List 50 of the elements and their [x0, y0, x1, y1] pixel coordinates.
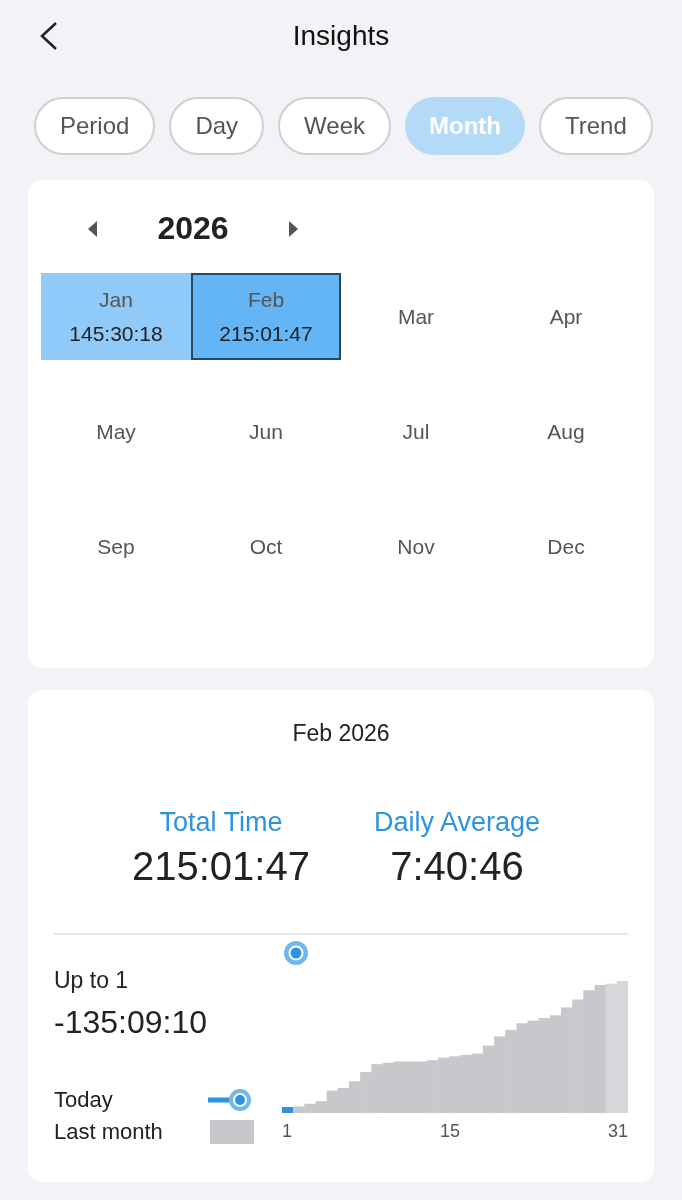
- month-label: Nov: [397, 534, 435, 559]
- legend-label: Last month: [54, 1119, 163, 1145]
- month-label: Mar: [397, 304, 435, 329]
- month-cell[interactable]: Mar: [341, 273, 491, 360]
- month-cell[interactable]: Sep: [41, 503, 191, 590]
- month-cell[interactable]: Oct: [191, 503, 341, 590]
- month-cell[interactable]: Apr: [491, 273, 641, 360]
- month-label: Aug: [547, 419, 585, 444]
- cursor-marker-icon[interactable]: [284, 941, 308, 965]
- stat-value: 7:40:46: [390, 844, 524, 889]
- stat-label: Daily Average: [373, 807, 541, 838]
- month-cell[interactable]: Jan 145:30:18: [41, 273, 191, 360]
- month-total: 145:30:18: [69, 321, 163, 346]
- month-label: Sep: [97, 534, 135, 559]
- stat-value: 215:01:47: [131, 844, 310, 889]
- month-label: Oct: [249, 534, 283, 559]
- month-total: 215:01:47: [219, 321, 313, 346]
- summary-title: Feb 2026: [291, 720, 391, 747]
- month-label: Dec: [547, 534, 585, 559]
- month-label: Jun: [249, 419, 283, 444]
- month-cell[interactable]: Jul: [341, 388, 491, 475]
- month-cell[interactable]: May: [41, 388, 191, 475]
- month-label: Jan: [99, 287, 133, 312]
- month-cell[interactable]: Feb 215:01:47: [191, 273, 341, 360]
- last-month-swatch-icon: [210, 1120, 254, 1144]
- month-label: Feb: [247, 287, 285, 312]
- month-label: Apr: [549, 304, 583, 329]
- stat-label: Total Time: [159, 807, 283, 838]
- page-title: Insights: [292, 20, 390, 52]
- period-tab[interactable]: Period: [34, 97, 156, 155]
- month-label: Jul: [402, 419, 430, 444]
- month-cell[interactable]: Jun: [191, 388, 341, 475]
- month-cell[interactable]: Nov: [341, 503, 491, 590]
- axis-label: 1: [282, 1121, 292, 1142]
- today-bar: [282, 1107, 293, 1113]
- comparison-value: -135:09:10: [54, 1004, 208, 1041]
- next-icon[interactable]: [288, 219, 300, 238]
- month-cell[interactable]: Dec: [491, 503, 641, 590]
- month-cell[interactable]: Aug: [491, 388, 641, 475]
- period-tab[interactable]: Day: [169, 97, 265, 155]
- comparison-label: Up to 1: [54, 967, 130, 994]
- axis-label: 15: [439, 1121, 460, 1142]
- today-line-icon: [208, 1087, 254, 1113]
- month-label: May: [96, 419, 136, 444]
- period-tab[interactable]: Week: [278, 97, 391, 155]
- legend-label: Today: [54, 1087, 113, 1113]
- period-tab[interactable]: Trend: [538, 97, 653, 155]
- year-label: 2026: [156, 210, 230, 247]
- axis-label: 31: [607, 1121, 628, 1142]
- previous-icon[interactable]: [86, 219, 98, 238]
